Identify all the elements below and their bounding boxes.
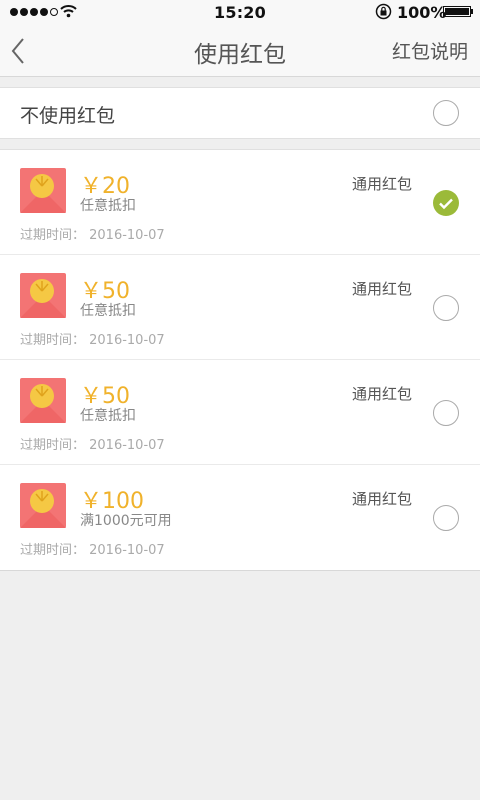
coupon-condition: 任意抵扣 bbox=[80, 408, 136, 424]
red-envelope-icon bbox=[20, 483, 66, 528]
coupon-condition: 满1000元可用 bbox=[80, 513, 172, 529]
coupon-list: ￥20 任意抵扣 通用红包 过期时间： 2016-10-07 ￥50 任意抵扣 … bbox=[0, 149, 480, 571]
coupon-radio[interactable] bbox=[433, 295, 459, 321]
status-bar: 15:20 100% bbox=[0, 0, 480, 24]
coupon-item[interactable]: ￥50 任意抵扣 通用红包 过期时间： 2016-10-07 bbox=[0, 255, 480, 360]
coupon-condition: 任意抵扣 bbox=[80, 198, 136, 214]
coupon-type: 通用红包 bbox=[351, 385, 412, 403]
check-icon bbox=[439, 198, 453, 210]
red-envelope-icon bbox=[20, 378, 66, 423]
coupon-expire: 过期时间： 2016-10-07 bbox=[20, 543, 165, 558]
rotation-lock-icon bbox=[375, 3, 392, 20]
coupon-info-link[interactable]: 红包说明 bbox=[392, 37, 468, 64]
navigation-bar: 使用红包 红包说明 bbox=[0, 24, 480, 77]
red-envelope-icon bbox=[20, 273, 66, 318]
no-use-coupon-label: 不使用红包 bbox=[20, 105, 116, 127]
coupon-type: 通用红包 bbox=[351, 280, 412, 298]
coupon-type: 通用红包 bbox=[351, 490, 412, 508]
no-use-radio[interactable] bbox=[433, 100, 459, 126]
coupon-expire: 过期时间： 2016-10-07 bbox=[20, 333, 165, 348]
coupon-expire: 过期时间： 2016-10-07 bbox=[20, 228, 165, 243]
coupon-radio-selected[interactable] bbox=[433, 190, 459, 216]
battery-tip bbox=[471, 9, 473, 14]
coupon-condition: 任意抵扣 bbox=[80, 303, 136, 319]
no-use-coupon-row[interactable]: 不使用红包 bbox=[0, 87, 480, 139]
battery-fill bbox=[445, 8, 469, 15]
coupon-radio[interactable] bbox=[433, 505, 459, 531]
coupon-expire: 过期时间： 2016-10-07 bbox=[20, 438, 165, 453]
battery-icon bbox=[443, 6, 471, 17]
coupon-radio[interactable] bbox=[433, 400, 459, 426]
coupon-type: 通用红包 bbox=[351, 175, 412, 193]
coupon-item[interactable]: ￥50 任意抵扣 通用红包 过期时间： 2016-10-07 bbox=[0, 360, 480, 465]
red-envelope-icon bbox=[20, 168, 66, 213]
coupon-item[interactable]: ￥100 满1000元可用 通用红包 过期时间： 2016-10-07 bbox=[0, 465, 480, 570]
battery-percentage: 100% bbox=[397, 3, 447, 22]
coupon-item[interactable]: ￥20 任意抵扣 通用红包 过期时间： 2016-10-07 bbox=[0, 150, 480, 255]
